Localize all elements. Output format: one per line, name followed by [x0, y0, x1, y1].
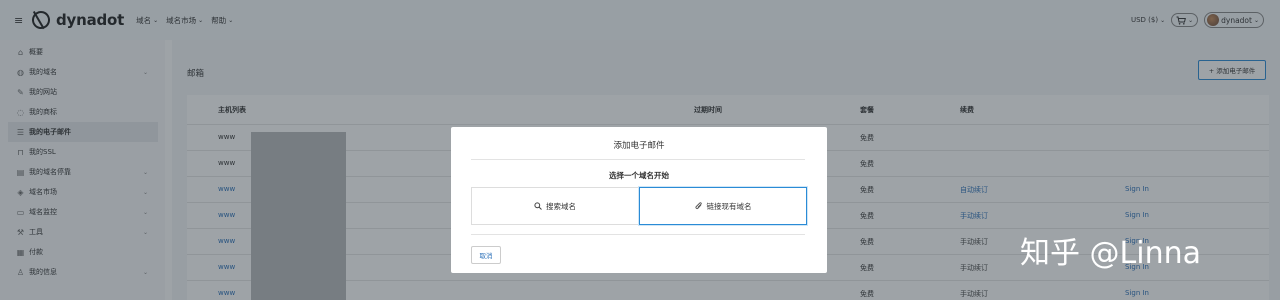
dialog-subtitle: 选择一个域名开始	[609, 171, 669, 180]
cancel-button[interactable]: 取消	[471, 246, 501, 264]
divider	[471, 159, 805, 160]
link-existing-domain-option[interactable]: 链接现有域名	[639, 187, 807, 225]
search-icon	[534, 202, 542, 210]
dialog-title: 添加电子邮件	[613, 141, 665, 151]
search-domain-option[interactable]: 搜索域名	[471, 187, 639, 225]
add-email-dialog: 添加电子邮件 选择一个域名开始 搜索域名 链接现有域名 取消	[451, 127, 827, 273]
divider	[471, 234, 805, 235]
watermark: 知乎 @Linna	[1020, 236, 1201, 271]
paperclip-icon	[695, 201, 702, 209]
